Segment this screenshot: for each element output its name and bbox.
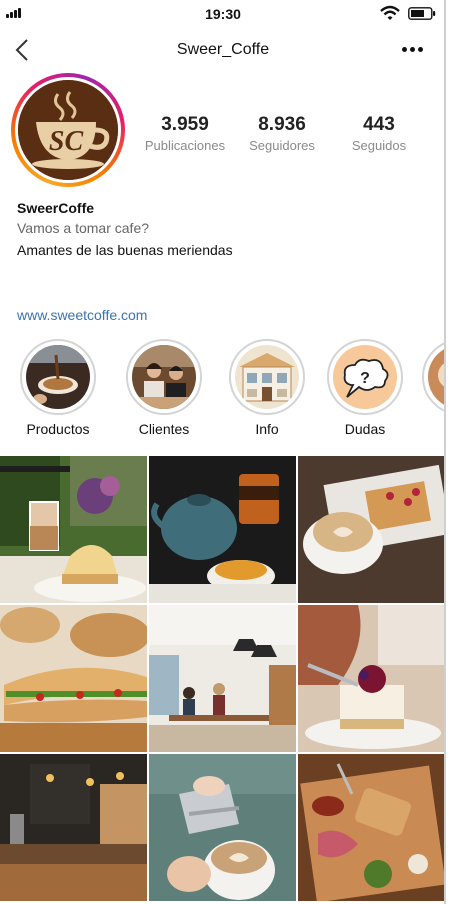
post-tile[interactable] — [149, 754, 296, 901]
more-options-icon[interactable] — [402, 47, 424, 53]
post-tile[interactable] — [298, 754, 444, 901]
highlight-label: Clientes — [138, 421, 190, 437]
bio-line: Amantes de las buenas meriendas — [17, 242, 233, 258]
charcuterie-board-photo — [298, 754, 444, 901]
sandwich-photo — [0, 605, 147, 752]
coffee-logo-icon: SC — [18, 80, 118, 180]
stat-publicaciones[interactable]: 3.959 Publicaciones — [140, 114, 230, 153]
coffee-bar-photo — [0, 754, 147, 901]
highlight-label: Dudas — [344, 421, 386, 437]
post-tile[interactable] — [298, 605, 444, 752]
highlight-productos[interactable]: Productos — [18, 339, 98, 437]
post-tile[interactable] — [0, 754, 147, 901]
profile-avatar[interactable]: SC — [11, 73, 125, 187]
stat-label: Seguidores — [249, 138, 315, 153]
stat-label: Publicaciones — [144, 138, 226, 153]
highlight-clientes[interactable]: Clientes — [124, 339, 204, 437]
cappuccino-and-waffle-photo — [298, 456, 444, 603]
cafe-interior-photo — [149, 605, 296, 752]
highlight-info[interactable]: Info — [227, 339, 307, 437]
customers-highlight-icon — [132, 345, 196, 409]
shop-info-highlight-icon — [235, 345, 299, 409]
post-tile[interactable] — [149, 456, 296, 603]
coffee-cup-highlight-icon — [26, 345, 90, 409]
post-tile[interactable] — [298, 456, 444, 603]
profile-username: Sweer_Coffe — [176, 41, 270, 58]
bio-line: Vamos a tomar cafe? — [17, 220, 150, 236]
profile-display-name: SweerCoffe — [17, 200, 95, 216]
highlight-more[interactable] — [422, 339, 444, 415]
post-tile[interactable] — [149, 605, 296, 752]
avatar-logo-text: SC — [49, 126, 84, 157]
teapot-and-tea-photo — [149, 456, 296, 603]
post-tile[interactable] — [0, 456, 147, 603]
food-highlight-icon — [428, 345, 444, 409]
stat-value: 8.936 — [258, 114, 306, 135]
question-bubble-highlight-icon: ? — [333, 345, 397, 409]
stat-value: 3.959 — [161, 114, 209, 135]
stat-seguidos[interactable]: 443 Seguidos — [334, 114, 424, 153]
cake-and-latte-photo — [0, 456, 147, 603]
cheesecake-photo — [298, 605, 444, 752]
stat-label: Seguidos — [351, 138, 407, 153]
battery-icon — [408, 7, 436, 20]
highlight-label: Productos — [26, 421, 90, 437]
website-link[interactable]: www.sweetcoffe.com — [17, 307, 147, 323]
stat-value: 443 — [363, 114, 395, 135]
stat-seguidores[interactable]: 8.936 Seguidores — [237, 114, 327, 153]
post-tile[interactable] — [0, 605, 147, 752]
latte-art-pour-photo — [149, 754, 296, 901]
wifi-icon — [380, 5, 400, 20]
svg-text:?: ? — [360, 370, 370, 387]
top-nav: Sweer_Coffe — [0, 30, 444, 70]
highlight-label: Info — [255, 421, 279, 437]
profile-screen: 19:30 Sweer_Coffe SC 3.959 Publicaciones… — [0, 0, 446, 904]
highlight-dudas[interactable]: ? Dudas — [325, 339, 405, 437]
status-bar: 19:30 — [0, 0, 444, 28]
